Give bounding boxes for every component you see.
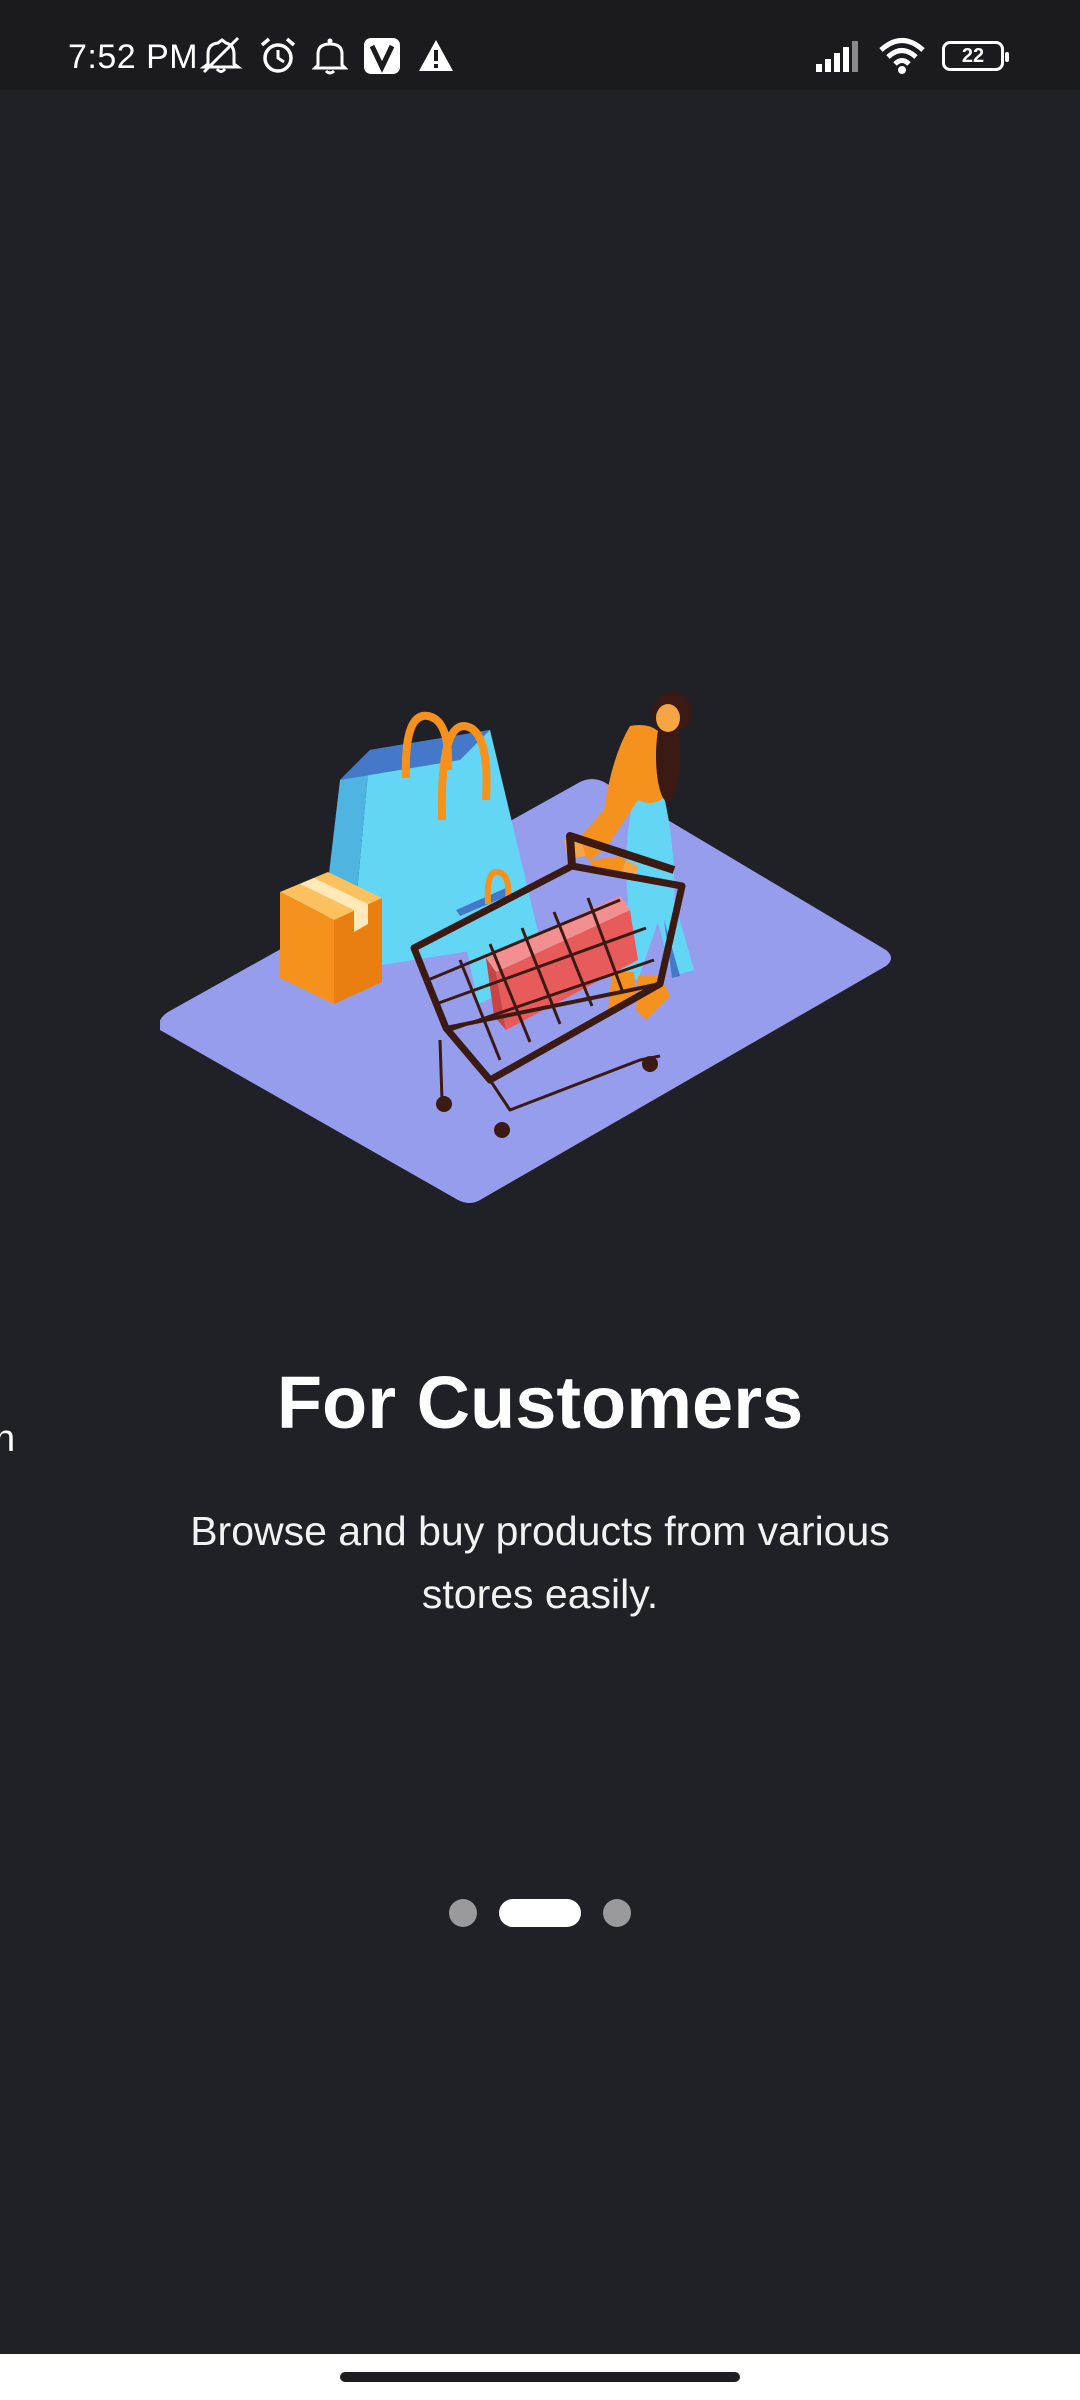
home-indicator[interactable] (340, 2372, 740, 2382)
page-dot-1[interactable] (449, 1899, 477, 1927)
status-bar: 7:52 PM 22 (0, 0, 1080, 90)
page-indicator[interactable] (0, 1898, 1080, 1928)
battery-level: 22 (961, 45, 985, 67)
cart-wheel (642, 1056, 658, 1072)
onboarding-description: Browse and buy products from various sto… (190, 1508, 890, 1617)
cart-wheel (436, 1096, 452, 1112)
status-time: 7:52 PM (68, 38, 199, 76)
page-dot-3[interactable] (603, 1899, 631, 1927)
page-dot-2-active[interactable] (499, 1899, 581, 1927)
battery-icon: 22 (942, 41, 1009, 71)
gesture-navigation-bar (0, 2354, 1080, 2400)
alarm-icon (258, 36, 298, 76)
onboarding-title: For Customers (276, 1361, 804, 1444)
status-icons-right: 22 (814, 36, 1009, 76)
warning-icon (416, 36, 456, 76)
v-app-icon (362, 36, 402, 76)
package-box-icon (280, 872, 382, 1004)
cart-wheel (494, 1122, 510, 1138)
notification-bell-icon (312, 36, 348, 76)
wifi-icon (878, 37, 926, 75)
signal-icon (814, 38, 862, 74)
shopping-illustration (159, 660, 900, 1225)
status-icons-left (200, 36, 456, 76)
mute-icon (200, 36, 244, 76)
